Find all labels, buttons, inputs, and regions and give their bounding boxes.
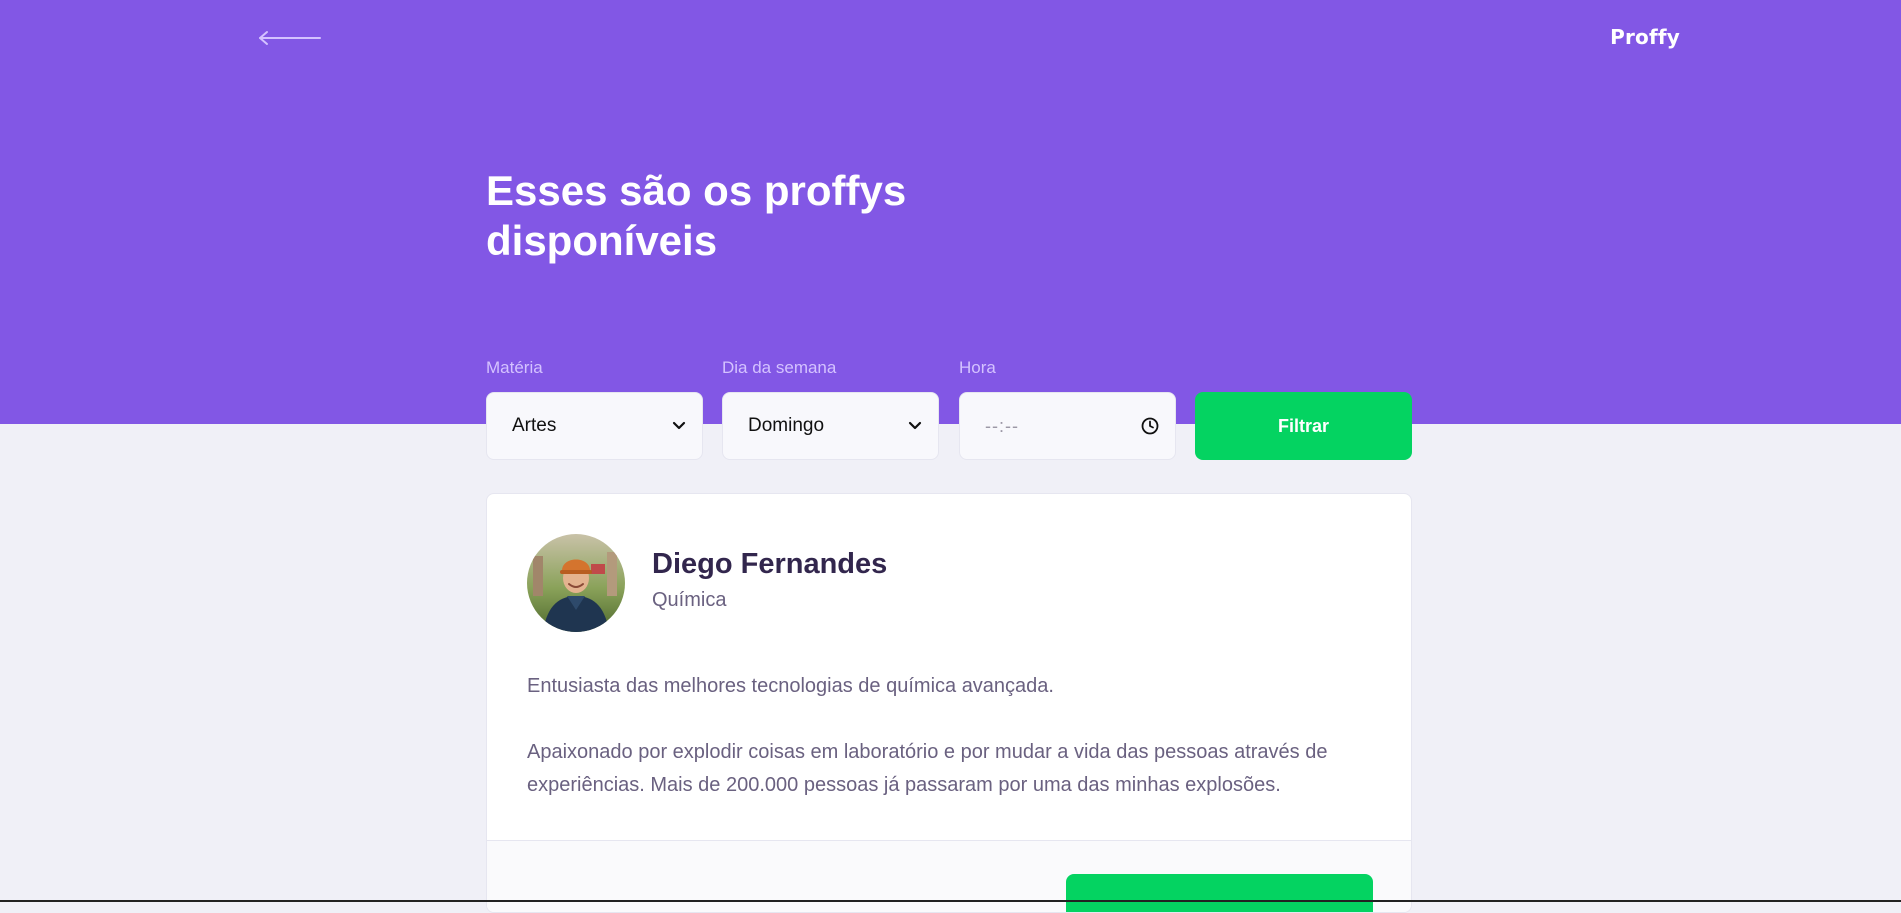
bio-paragraph: Apaixonado por explodir coisas em labora…: [527, 741, 1328, 796]
top-bar: Proffy: [0, 0, 1901, 80]
arrow-left-icon: [259, 31, 321, 45]
weekday-select[interactable]: Domingo: [722, 392, 939, 460]
teacher-subject: Química: [652, 589, 727, 611]
time-placeholder: --:--: [985, 415, 1019, 436]
teacher-card: Diego Fernandes Química Entusiasta das m…: [486, 493, 1412, 913]
time-input[interactable]: --:--: [959, 392, 1176, 460]
clock-icon[interactable]: [1141, 417, 1159, 435]
contact-button[interactable]: [1066, 874, 1373, 912]
teacher-name: Diego Fernandes: [652, 548, 888, 580]
subject-selected-value: Artes: [512, 415, 557, 436]
time-filter: Hora --:--: [959, 356, 1176, 460]
back-button[interactable]: [258, 24, 328, 52]
teacher-card-footer: [487, 840, 1411, 912]
search-teachers-form: Matéria Artes Dia da semana Domingo Hora…: [486, 356, 1412, 460]
avatar: [527, 534, 625, 632]
page-title: Esses são os proffys disponíveis: [486, 167, 907, 264]
subject-label: Matéria: [486, 358, 543, 377]
chevron-down-icon: [672, 421, 686, 430]
time-label: Hora: [959, 358, 996, 377]
teacher-bio: Entusiasta das melhores tecnologias de q…: [527, 670, 1373, 802]
proffy-logo[interactable]: Proffy: [1560, 22, 1680, 52]
chevron-down-icon: [908, 421, 922, 430]
weekday-label: Dia da semana: [722, 358, 837, 377]
filter-button[interactable]: Filtrar: [1195, 392, 1412, 460]
bio-paragraph: Entusiasta das melhores tecnologias de q…: [527, 675, 1054, 697]
subject-filter: Matéria Artes: [486, 356, 703, 460]
weekday-filter: Dia da semana Domingo: [722, 356, 939, 460]
subject-select[interactable]: Artes: [486, 392, 703, 460]
weekday-selected-value: Domingo: [748, 415, 825, 436]
